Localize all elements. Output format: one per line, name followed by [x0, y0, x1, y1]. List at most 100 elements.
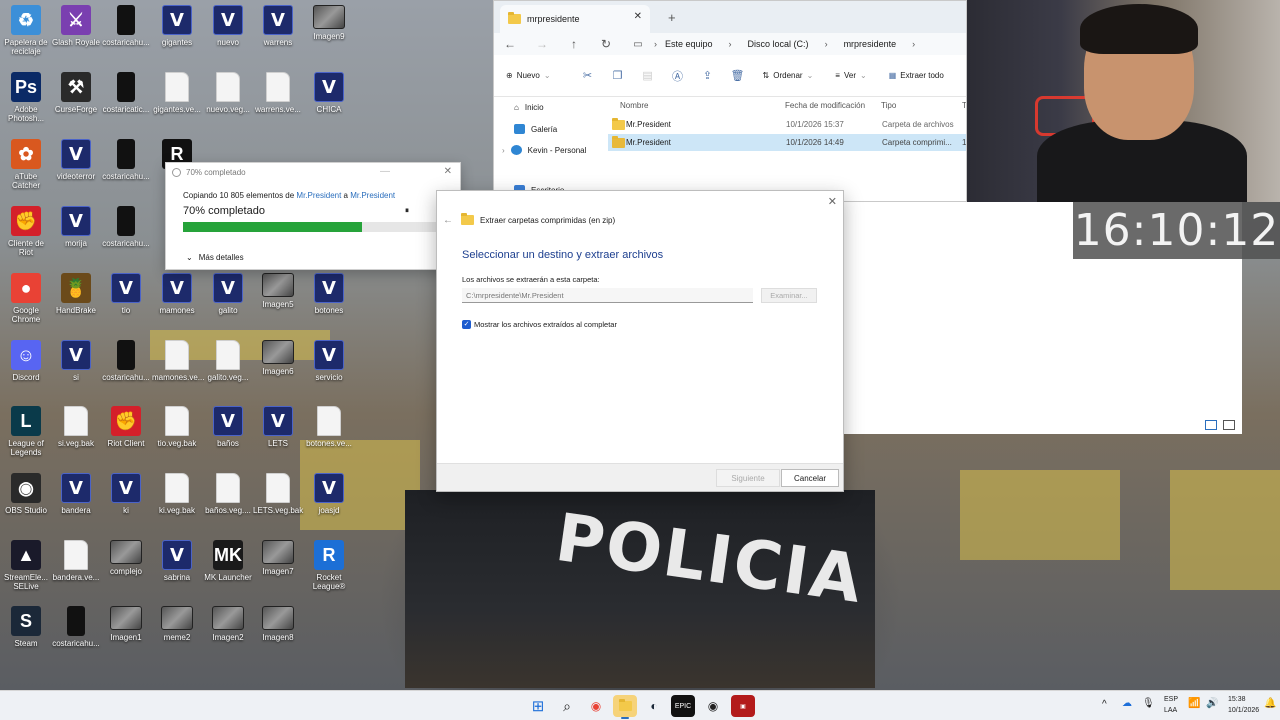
desktop-icon-item[interactable]: ✊ Riot Client [101, 406, 151, 448]
pause-icon[interactable]: ⏸ [405, 206, 409, 216]
obs-icon[interactable]: ◉ [701, 695, 725, 717]
desktop-icon-item[interactable]: tio.veg.bak [152, 406, 202, 448]
column-header-name[interactable]: Nombre [620, 101, 648, 110]
extract-all-button[interactable]: ▦ Extraer todo [889, 71, 944, 80]
app-icon[interactable]: ▣ [731, 695, 755, 717]
desktop-icon-item[interactable]: ☺ Discord [1, 340, 51, 382]
desktop-icon-item[interactable]: Imagen9 [304, 5, 354, 41]
desktop-icon-item[interactable]: Vservicio [304, 340, 354, 382]
desktop-icon-item[interactable]: bandera.ve... [51, 540, 101, 582]
desktop-icon-item[interactable]: Vtio [101, 273, 151, 315]
desktop-icon-item[interactable]: Imagen8 [253, 606, 303, 642]
desktop-icon-item[interactable]: costaricahu... [101, 5, 151, 47]
file-row-selected[interactable]: Mr.President 10/1/2026 14:49 Carpeta com… [608, 134, 966, 151]
desktop-icon-item[interactable]: botones.ve... [304, 406, 354, 448]
microphone-icon[interactable]: 🎙 [1142, 698, 1155, 709]
new-tab-button[interactable]: + [668, 10, 676, 25]
volume-icon[interactable]: 🔊 [1206, 698, 1218, 709]
desktop-icon-item[interactable]: Imagen2 [203, 606, 253, 642]
desktop-icon-item[interactable]: Vmamones [152, 273, 202, 315]
column-header-type[interactable]: Tipo [881, 101, 896, 110]
minimize-icon[interactable]: — [380, 166, 390, 177]
show-files-checkbox[interactable]: ✓ Mostrar los archivos extraídos al comp… [462, 320, 617, 329]
desktop-icon-item[interactable]: Vnuevo [203, 5, 253, 47]
desktop-icon-item[interactable]: Vgigantes [152, 5, 202, 47]
share-icon[interactable]: ⇪ [693, 69, 723, 82]
tiles-view-icon[interactable] [1223, 420, 1235, 430]
checkbox-checked-icon[interactable]: ✓ [462, 320, 471, 329]
new-button[interactable]: ⊕ Nuevo ⌄ [506, 71, 551, 80]
column-header-date[interactable]: Fecha de modificación [785, 101, 865, 110]
explorer-tab[interactable]: mrpresidente ✕ [500, 5, 650, 33]
desktop-icon-item[interactable]: L League of Legends [1, 406, 51, 457]
back-arrow-icon[interactable]: ← [443, 215, 453, 226]
desktop-icon-item[interactable]: Vgalito [203, 273, 253, 315]
desktop-icon-item[interactable]: Vki [101, 473, 151, 515]
desktop-icon-item[interactable]: warrens.ve... [253, 72, 303, 114]
desktop-icon-item[interactable]: gigantes.ve... [152, 72, 202, 114]
chevron-up-icon[interactable]: ^ [1102, 699, 1107, 710]
close-icon[interactable]: ✕ [444, 166, 452, 177]
desktop-icon-item[interactable]: mamones.ve... [152, 340, 204, 382]
sidebar-item-inicio[interactable]: ⌂ Inicio [514, 103, 544, 112]
cancel-button[interactable]: Cancelar [781, 469, 839, 487]
desktop-icon-item[interactable]: Imagen7 [253, 540, 303, 576]
desktop-icon-item[interactable]: Vsi [51, 340, 101, 382]
wifi-icon[interactable]: 📶 [1188, 698, 1200, 709]
desktop-icon-item[interactable]: S Steam [1, 606, 51, 648]
desktop-icon-item[interactable]: costaricahu... [101, 139, 151, 181]
desktop-icon-item[interactable]: Ps Adobe Photosh... [1, 72, 51, 123]
clock-date[interactable]: 10/1/2026 [1228, 707, 1259, 714]
desktop-icon-item[interactable]: complejo [101, 540, 151, 576]
rename-icon[interactable]: Ⓐ [663, 68, 693, 84]
desktop-icon-item[interactable]: ♻ Papelera de reciclaje [1, 5, 51, 56]
desktop-icon-item[interactable]: Vbaños [203, 406, 253, 448]
network-icon[interactable]: ☁ [1122, 698, 1132, 709]
desktop-icon-item[interactable]: Vmorija [51, 206, 101, 248]
desktop-icon-item[interactable]: si.veg.bak [51, 406, 101, 448]
close-tab-icon[interactable]: ✕ [634, 11, 642, 22]
paste-icon[interactable]: ▤ [633, 69, 663, 82]
region-code[interactable]: LAA [1164, 707, 1177, 714]
sidebar-item-galeria[interactable]: Galería [514, 124, 557, 134]
desktop-icon-item[interactable]: Vsabrina [152, 540, 202, 582]
extract-zip-dialog[interactable]: ✕ ← Extraer carpetas comprimidas (en zip… [436, 190, 844, 492]
desktop-icon-item[interactable]: ⚔ Glash Royale [51, 5, 101, 47]
details-view-icon[interactable] [1205, 420, 1217, 430]
copy-progress-dialog[interactable]: 70% completado — ✕ Copiando 10 805 eleme… [165, 162, 461, 270]
desktop-icon-item[interactable]: galito.veg... [203, 340, 253, 382]
desktop-icon-item[interactable]: ● Google Chrome [1, 273, 51, 324]
epic-games-icon[interactable]: EPIC [671, 695, 695, 717]
desktop-icon-item[interactable]: Imagen5 [253, 273, 303, 309]
notification-bell-icon[interactable]: 🔔 [1264, 698, 1276, 709]
desktop-icon-item[interactable]: Imagen1 [101, 606, 151, 642]
next-button[interactable]: Siguiente [716, 469, 780, 487]
desktop-icon-item[interactable]: costaricatic... [101, 72, 151, 114]
cut-icon[interactable]: ✂ [573, 69, 603, 82]
desktop-icon-item[interactable]: V LETS [253, 406, 303, 448]
view-button[interactable]: ≡ Ver ⌄ [835, 71, 866, 80]
desktop-icon-item[interactable]: meme2 [152, 606, 202, 642]
desktop-icon-item[interactable]: ⚒ CurseForge [51, 72, 101, 114]
forward-arrow-icon[interactable]: → [526, 37, 558, 51]
breadcrumb-disco-local[interactable]: Disco local (C:) [748, 39, 809, 49]
desktop-icon-item[interactable]: ◉ OBS Studio [1, 473, 51, 515]
breadcrumb-este-equipo[interactable]: Este equipo [665, 39, 713, 49]
desktop-icon-item[interactable]: baños.veg.... [203, 473, 253, 515]
desktop-icon-item[interactable]: costaricahu... [101, 340, 151, 382]
browse-button[interactable]: Examinar... [761, 288, 817, 303]
source-link[interactable]: Mr.President [296, 191, 341, 200]
clock-time[interactable]: 15:38 [1228, 696, 1246, 703]
up-arrow-icon[interactable]: ↑ [558, 37, 590, 51]
delete-icon[interactable]: 🗑 [723, 69, 753, 82]
desktop-icon-item[interactable]: Imagen6 [253, 340, 303, 376]
chrome-icon[interactable]: ◉ [584, 695, 608, 717]
language-code[interactable]: ESP [1164, 696, 1178, 703]
file-row[interactable]: Mr.President 10/1/2026 15:37 Carpeta de … [608, 116, 966, 133]
file-explorer-window[interactable]: mrpresidente ✕ + ← → ↑ ↻ ▭ › Este equipo… [493, 0, 967, 202]
file-explorer-icon[interactable] [613, 695, 637, 719]
steam-icon[interactable]: ◐ [642, 695, 666, 717]
desktop-icon-item[interactable]: costaricahu... [101, 206, 151, 248]
desktop-icon-item[interactable]: Vbandera [51, 473, 101, 515]
search-icon[interactable]: ⌕ [555, 695, 579, 717]
